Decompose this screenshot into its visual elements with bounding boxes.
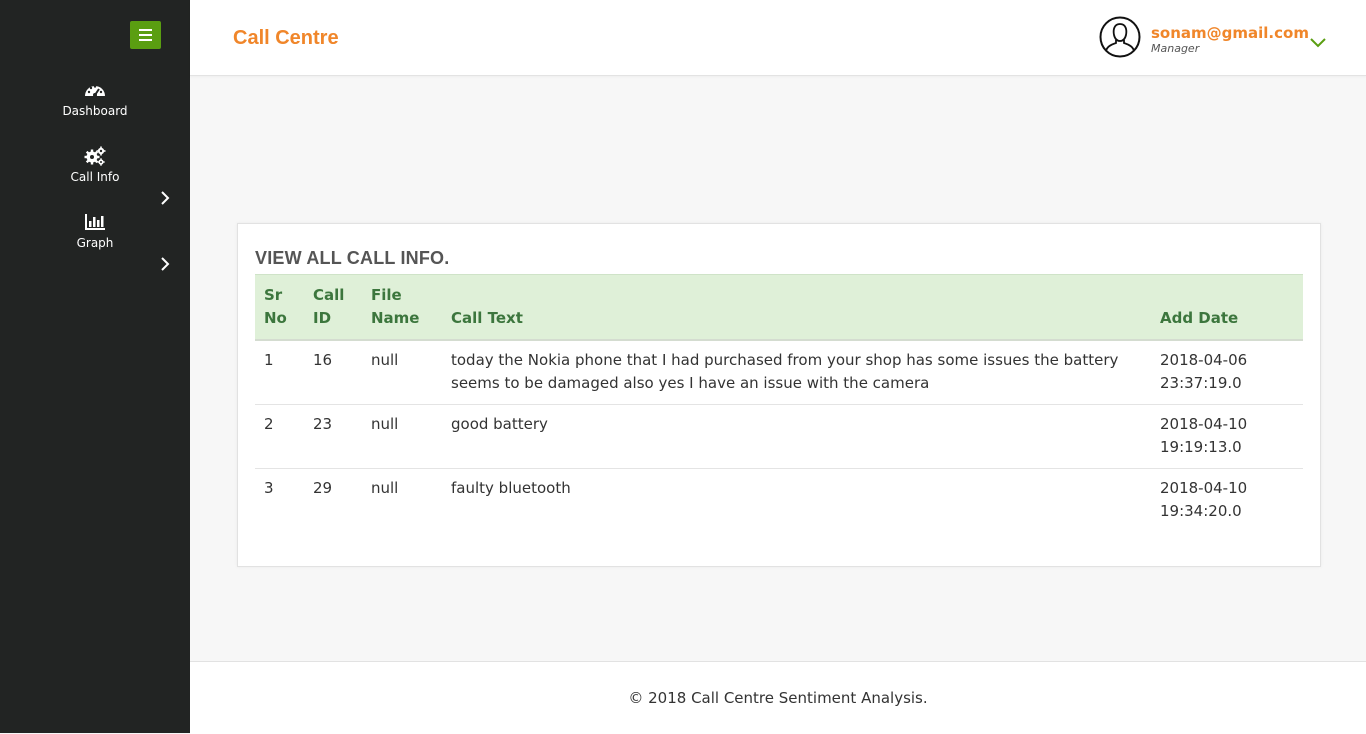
call-info-table: Sr No Call ID File Name Call Text Add Da… — [255, 274, 1303, 532]
app-title: Call Centre — [233, 27, 339, 49]
cell-call-text: good battery — [442, 404, 1151, 469]
cell-add-date: 2018-04-10 19:19:13.0 — [1151, 404, 1303, 469]
cell-call-id: 23 — [304, 404, 362, 469]
user-role: Manager — [1151, 42, 1200, 55]
cogs-icon — [84, 146, 106, 166]
sidebar-item-label: Call Info — [70, 170, 120, 184]
cell-add-date: 2018-04-10 19:34:20.0 — [1160, 479, 1248, 520]
page-footer: © 2018 Call Centre Sentiment Analysis. — [190, 661, 1366, 734]
footer-copyright: © 2018 Call Centre Sentiment Analysis. — [628, 689, 928, 707]
cell-call-id: 29 — [313, 479, 333, 497]
card-title: VIEW ALL CALL INFO. — [255, 248, 450, 268]
column-header-sr-no: Sr No — [255, 274, 304, 341]
bar-chart-icon — [85, 214, 105, 230]
sidebar-item-graph[interactable]: Graph — [0, 212, 190, 250]
sidebar: Dashboard Call Info Graph — [0, 0, 190, 733]
column-header-call-id: Call ID — [304, 274, 362, 341]
table-row: 1 16 null today the Nokia phone that I h… — [255, 340, 1303, 405]
cell-sr-no: 2 — [255, 404, 304, 469]
sidebar-item-call-info[interactable]: Call Info — [0, 146, 190, 184]
user-avatar-icon[interactable] — [1099, 16, 1141, 58]
top-header: Call Centre sonam@gmail.com Manager — [190, 0, 1366, 76]
cell-sr-no: 3 — [264, 479, 274, 497]
cell-call-id: 16 — [304, 340, 362, 405]
cell-file-name: null — [371, 479, 399, 497]
call-info-card: VIEW ALL CALL INFO. Sr No Call ID File N… — [237, 223, 1321, 567]
chevron-down-icon[interactable] — [1310, 38, 1326, 48]
sidebar-item-label: Dashboard — [62, 104, 128, 118]
table-row: 2 23 null good battery 2018-04-10 19:19:… — [255, 404, 1303, 469]
menu-bar-line — [139, 29, 152, 31]
menu-bar-line — [139, 39, 152, 41]
chevron-right-icon[interactable] — [160, 257, 170, 271]
dashboard-icon — [85, 85, 105, 97]
user-email[interactable]: sonam@gmail.com — [1151, 24, 1309, 42]
cell-file-name: null — [362, 340, 442, 405]
column-header-add-date: Add Date — [1151, 274, 1303, 341]
column-header-call-text: Call Text — [442, 274, 1151, 341]
sidebar-item-label: Graph — [76, 236, 114, 250]
chevron-right-icon[interactable] — [160, 191, 170, 205]
menu-toggle-button[interactable] — [130, 21, 161, 49]
column-header-file-name: File Name — [362, 274, 442, 341]
menu-bar-line — [139, 34, 152, 36]
cell-file-name: null — [362, 404, 442, 469]
table-header-row: Sr No Call ID File Name Call Text Add Da… — [255, 274, 1303, 341]
cell-call-text: faulty bluetooth — [451, 479, 571, 497]
cell-add-date: 2018-04-06 23:37:19.0 — [1151, 340, 1303, 405]
sidebar-item-dashboard[interactable]: Dashboard — [0, 80, 190, 118]
cell-sr-no: 1 — [255, 340, 304, 405]
cell-call-text: today the Nokia phone that I had purchas… — [442, 340, 1151, 405]
table-row: 3 29 null faulty bluetooth 2018-04-10 19… — [255, 469, 1303, 533]
